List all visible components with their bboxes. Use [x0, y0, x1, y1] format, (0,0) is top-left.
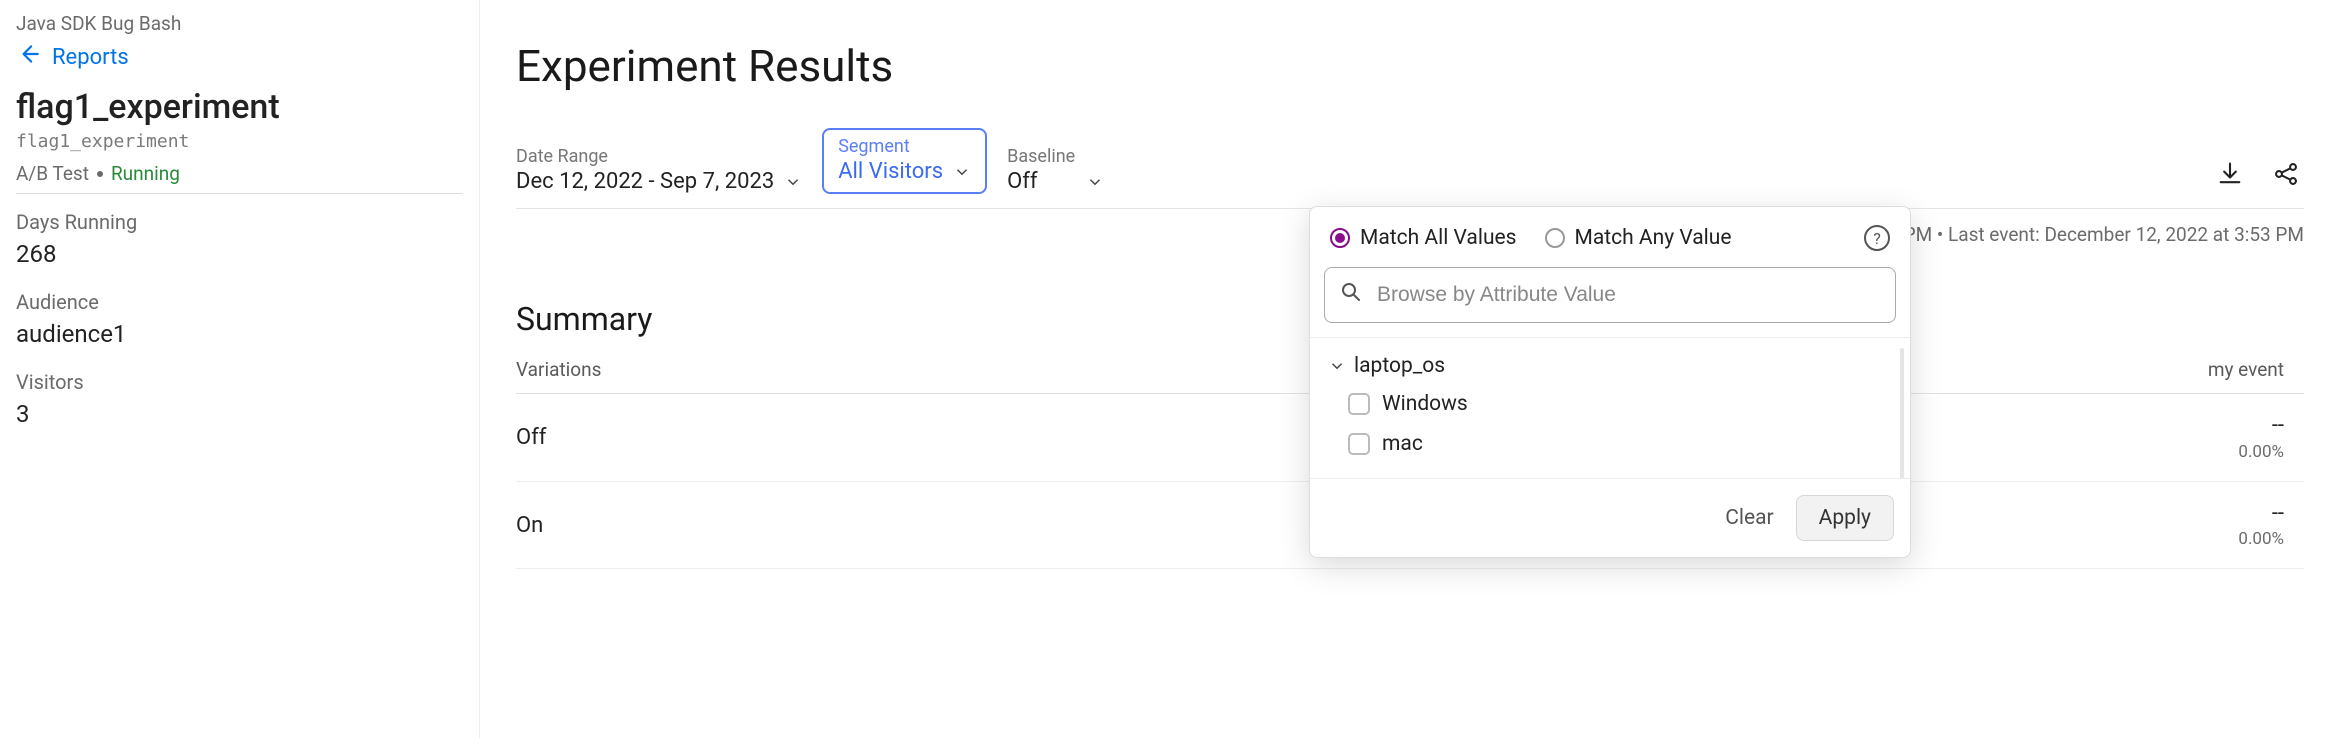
divider [16, 193, 463, 194]
segment-filter[interactable]: Segment All Visitors [822, 128, 987, 194]
match-any-label: Match Any Value [1575, 226, 1732, 250]
experiment-title: flag1_experiment [16, 87, 463, 127]
main-content: Experiment Results Date Range Dec 12, 20… [480, 0, 2340, 738]
search-icon [1339, 280, 1363, 310]
days-running-label: Days Running [16, 210, 463, 234]
variation-name: Off [516, 425, 1156, 450]
attribute-group[interactable]: laptop_os [1324, 348, 1896, 384]
chevron-down-icon [784, 173, 802, 191]
chevron-down-icon [953, 163, 971, 181]
checkbox-icon [1348, 433, 1370, 455]
attribute-list: laptop_os Windows mac [1310, 337, 1910, 478]
share-icon [2272, 160, 2300, 192]
radio-icon [1545, 228, 1565, 248]
breadcrumb[interactable]: Java SDK Bug Bash [16, 12, 463, 35]
event-pct: 0.00% [2238, 528, 2284, 550]
download-icon [2216, 160, 2244, 192]
segment-value: All Visitors [838, 159, 943, 184]
days-running-value: 268 [16, 240, 463, 268]
variation-name: On [516, 513, 1156, 538]
chevron-down-icon [1086, 173, 1104, 191]
audience-label: Audience [16, 290, 463, 314]
chevron-down-icon [1328, 357, 1346, 375]
back-label: Reports [52, 45, 129, 70]
attribute-search[interactable] [1324, 267, 1896, 323]
visitors-value: 3 [16, 400, 463, 428]
baseline-filter[interactable]: Baseline Off [1007, 146, 1103, 194]
arrow-left-icon [16, 41, 42, 73]
apply-button[interactable]: Apply [1796, 495, 1894, 541]
back-to-reports[interactable]: Reports [16, 41, 463, 73]
match-any-radio[interactable]: Match Any Value [1545, 226, 1732, 250]
attribute-option-label: Windows [1382, 392, 1468, 416]
dot-separator [97, 171, 103, 177]
segment-label: Segment [838, 136, 971, 157]
attribute-option[interactable]: mac [1324, 424, 1896, 464]
match-all-radio[interactable]: Match All Values [1330, 226, 1517, 250]
event-pct: 0.00% [2238, 441, 2284, 463]
clear-button[interactable]: Clear [1725, 506, 1773, 530]
status-badge: Running [111, 162, 180, 185]
date-range-filter[interactable]: Date Range Dec 12, 2022 - Sep 7, 2023 [516, 146, 802, 194]
date-range-label: Date Range [516, 146, 802, 167]
help-icon[interactable]: ? [1864, 225, 1890, 251]
baseline-value: Off [1007, 169, 1037, 194]
sidebar: Java SDK Bug Bash Reports flag1_experime… [0, 0, 480, 738]
match-all-label: Match All Values [1360, 226, 1517, 250]
event-value: -- [2272, 412, 2284, 441]
experiment-key: flag1_experiment [16, 131, 463, 152]
attribute-option-label: mac [1382, 432, 1423, 456]
date-range-value: Dec 12, 2022 - Sep 7, 2023 [516, 169, 774, 194]
scrollbar[interactable] [1900, 348, 1904, 478]
radio-icon [1330, 228, 1350, 248]
share-button[interactable] [2268, 158, 2304, 194]
attribute-group-name: laptop_os [1354, 354, 1445, 378]
col-variations: Variations [516, 358, 1156, 381]
segment-popover: Match All Values Match Any Value ? [1309, 206, 1911, 558]
checkbox-icon [1348, 393, 1370, 415]
download-button[interactable] [2212, 158, 2248, 194]
event-value: -- [2272, 500, 2284, 529]
attribute-option[interactable]: Windows [1324, 384, 1896, 424]
page-title: Experiment Results [516, 40, 2304, 92]
baseline-label: Baseline [1007, 146, 1103, 167]
visitors-label: Visitors [16, 370, 463, 394]
test-type: A/B Test [16, 162, 89, 185]
filter-row: Date Range Dec 12, 2022 - Sep 7, 2023 Se… [516, 128, 2304, 194]
audience-value: audience1 [16, 320, 463, 348]
status-row: A/B Test Running [16, 162, 463, 185]
attribute-search-input[interactable] [1375, 282, 1881, 308]
